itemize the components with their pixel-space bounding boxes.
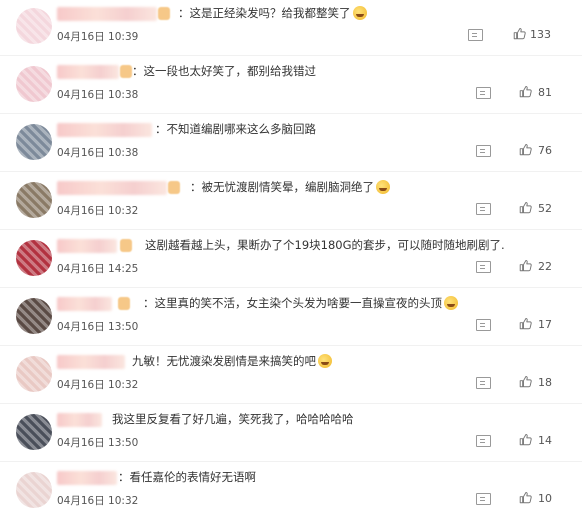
comment-text-content: ：这是正经染发吗？给我都整笑了 (178, 6, 351, 20)
user-badge-icon (120, 65, 132, 78)
thumbs-up-icon[interactable] (519, 491, 532, 504)
comment-text: ：这里真的笑不活，女主染个头发为啥要一直操宣夜的头顶 (143, 295, 458, 312)
thumbs-up-icon[interactable] (519, 375, 532, 388)
like-count: 81 (538, 86, 552, 99)
comment-text: ：不知道编剧哪来这么多脑回路 (155, 121, 316, 138)
comment-text: 九敏！无忧渡染发剧情是来搞笑的吧 (132, 353, 332, 370)
comment-icon[interactable] (476, 493, 491, 505)
user-badge-icon (158, 7, 170, 20)
laughing-emoji-icon (444, 296, 458, 310)
comment-row: ：这一段也太好笑了，都别给我错过 04月16日 10:38 81 (0, 58, 582, 116)
divider (0, 345, 582, 346)
avatar[interactable] (16, 472, 52, 508)
comment-text-content: 九敏！无忧渡染发剧情是来搞笑的吧 (132, 354, 316, 368)
username-blurred[interactable] (57, 181, 167, 195)
divider (0, 461, 582, 462)
comment-row: ：这里真的笑不活，女主染个头发为啥要一直操宣夜的头顶 04月16日 13:50 17 (0, 290, 582, 348)
avatar[interactable] (16, 356, 52, 392)
comment-row: ：不知道编剧哪来这么多脑回路 04月16日 10:38 76 (0, 116, 582, 174)
comment-text-content: 我这里反复看了好几遍，笑死我了，哈哈哈哈哈 (112, 412, 354, 426)
comment-timestamp: 04月16日 13:50 (57, 321, 139, 333)
comment-icon[interactable] (468, 29, 483, 41)
like-count: 18 (538, 376, 552, 389)
comment-row: 九敏！无忧渡染发剧情是来搞笑的吧 04月16日 10:32 18 (0, 348, 582, 406)
comment-icon[interactable] (476, 319, 491, 331)
laughing-emoji-icon (376, 180, 390, 194)
username-blurred[interactable] (57, 297, 112, 311)
thumbs-up-icon[interactable] (519, 201, 532, 214)
comment-text: 我这里反复看了好几遍，笑死我了，哈哈哈哈哈 (112, 411, 354, 428)
thumbs-up-icon[interactable] (519, 317, 532, 330)
like-count: 22 (538, 260, 552, 273)
avatar[interactable] (16, 124, 52, 160)
comment-icon[interactable] (476, 145, 491, 157)
avatar[interactable] (16, 66, 52, 102)
user-badge-icon (120, 239, 132, 252)
like-count: 14 (538, 434, 552, 447)
username-blurred[interactable] (57, 413, 102, 427)
thumbs-up-icon[interactable] (519, 259, 532, 272)
comment-text: ：被无忧渡剧情笑晕，编剧脑洞绝了 (190, 179, 390, 196)
comment-timestamp: 04月16日 10:39 (57, 31, 139, 43)
avatar[interactable] (16, 298, 52, 334)
comment-text-content: ：看任嘉伦的表情好无语啊 (118, 470, 256, 484)
comment-timestamp: 04月16日 13:50 (57, 437, 139, 449)
comment-icon[interactable] (476, 435, 491, 447)
thumbs-up-icon[interactable] (519, 433, 532, 446)
like-count: 17 (538, 318, 552, 331)
comment-icon[interactable] (476, 261, 491, 273)
laughing-emoji-icon (352, 6, 367, 20)
comment-row: ：看任嘉伦的表情好无语啊 04月16日 10:32 10 (0, 464, 582, 522)
comment-timestamp: 04月16日 10:32 (57, 379, 139, 391)
comment-timestamp: 04月16日 14:25 (57, 263, 139, 275)
thumbs-up-icon[interactable] (513, 27, 526, 40)
username-blurred[interactable] (57, 239, 117, 253)
comment-text-content: ：这里真的笑不活，女主染个头发为啥要一直操宣夜的头顶 (143, 296, 442, 310)
comment-row: ：被无忧渡剧情笑晕，编剧脑洞绝了 04月16日 10:32 52 (0, 174, 582, 232)
avatar[interactable] (16, 414, 52, 450)
username-blurred[interactable] (57, 355, 125, 369)
like-count: 76 (538, 144, 552, 157)
comment-text-content: 这剧越看越上头，果断办了个19块180G的套步，可以随时随地刷剧了. (145, 238, 505, 252)
divider (0, 403, 582, 404)
like-count: 52 (538, 202, 552, 215)
comment-text-content: ：这一段也太好笑了，都别给我错过 (132, 64, 316, 78)
username-blurred[interactable] (57, 123, 152, 137)
divider (0, 55, 582, 56)
thumbs-up-icon[interactable] (519, 85, 532, 98)
comment-row: 我这里反复看了好几遍，笑死我了，哈哈哈哈哈 04月16日 13:50 14 (0, 406, 582, 464)
thumbs-up-icon[interactable] (519, 143, 532, 156)
divider (0, 287, 582, 288)
avatar[interactable] (16, 182, 52, 218)
laughing-emoji-icon (318, 354, 332, 368)
divider (0, 171, 582, 172)
username-blurred[interactable] (57, 471, 117, 485)
comment-icon[interactable] (476, 87, 491, 99)
comment-timestamp: 04月16日 10:38 (57, 147, 139, 159)
comment-text: ：这是正经染发吗？给我都整笑了 (178, 5, 367, 22)
comment-text-content: ：被无忧渡剧情笑晕，编剧脑洞绝了 (190, 180, 374, 194)
avatar[interactable] (16, 8, 52, 44)
divider (0, 113, 582, 114)
comment-icon[interactable] (476, 203, 491, 215)
like-count: 10 (538, 492, 552, 505)
comment-timestamp: 04月16日 10:32 (57, 495, 139, 507)
comment-timestamp: 04月16日 10:38 (57, 89, 139, 101)
avatar[interactable] (16, 240, 52, 276)
comment-icon[interactable] (476, 377, 491, 389)
comment-row: ：这是正经染发吗？给我都整笑了 04月16日 10:39 133 (0, 0, 582, 58)
like-count: 133 (530, 28, 551, 41)
comment-row: 这剧越看越上头，果断办了个19块180G的套步，可以随时随地刷剧了. 04月16日… (0, 232, 582, 290)
user-badge-icon (118, 297, 130, 310)
comment-text: ：看任嘉伦的表情好无语啊 (118, 469, 256, 486)
divider (0, 229, 582, 230)
comment-timestamp: 04月16日 10:32 (57, 205, 139, 217)
comment-text: ：这一段也太好笑了，都别给我错过 (132, 63, 316, 80)
comment-text: 这剧越看越上头，果断办了个19块180G的套步，可以随时随地刷剧了. (145, 237, 505, 254)
user-badge-icon (168, 181, 180, 194)
username-blurred[interactable] (57, 65, 119, 79)
username-blurred[interactable] (57, 7, 157, 21)
comment-text-content: ：不知道编剧哪来这么多脑回路 (155, 122, 316, 136)
